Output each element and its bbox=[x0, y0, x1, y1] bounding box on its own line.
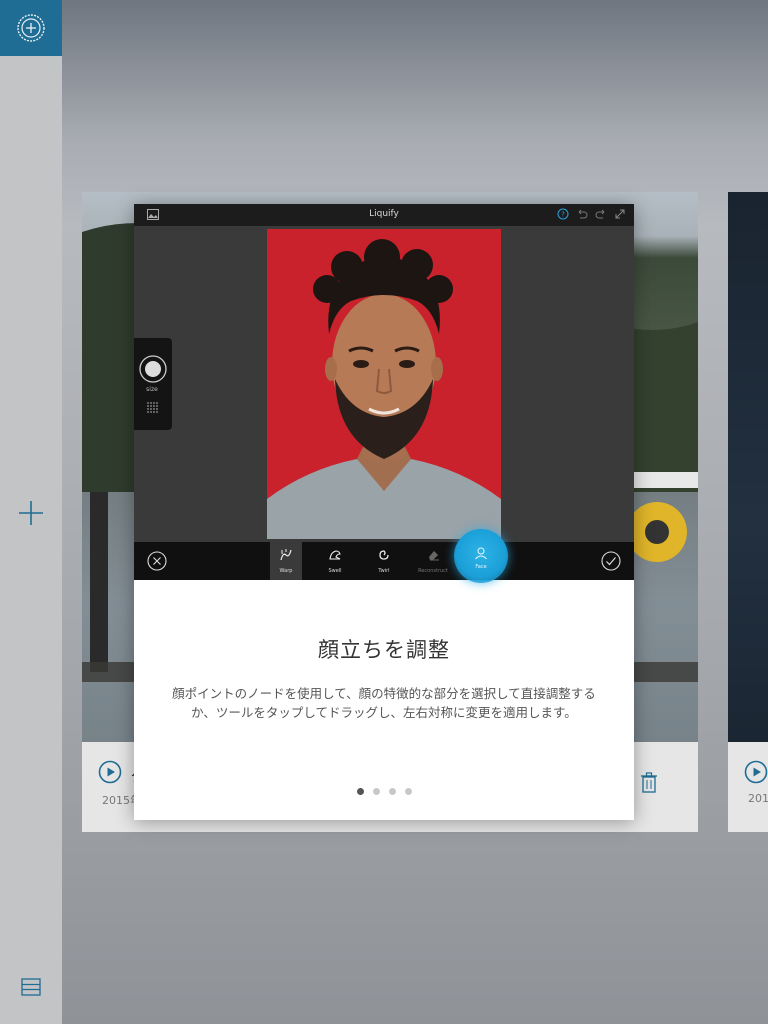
help-icon: ? bbox=[557, 208, 569, 220]
editor-topbar: Liquify ? bbox=[134, 204, 634, 226]
twirl-icon bbox=[379, 550, 389, 560]
left-rail bbox=[0, 0, 62, 1024]
brush-size-icon[interactable] bbox=[138, 354, 168, 384]
expand-icon bbox=[615, 209, 625, 219]
liquify-editor-preview: Liquify ? size Warp Swell Twirl Reconstr… bbox=[134, 204, 634, 583]
tip-title: 顔立ちを調整 bbox=[318, 638, 450, 662]
tool-twirl[interactable]: Twirl bbox=[368, 542, 400, 580]
tool-twirl-label: Twirl bbox=[378, 568, 390, 574]
warp-icon bbox=[280, 549, 292, 561]
tool-reconstruct-label: Reconstruct bbox=[418, 568, 448, 574]
size-label: size bbox=[146, 386, 158, 393]
project-thumbnail-next bbox=[728, 192, 768, 742]
swell-icon bbox=[329, 550, 341, 560]
close-icon[interactable] bbox=[147, 551, 167, 571]
brush-size-panel[interactable]: size bbox=[134, 338, 172, 430]
page-indicator[interactable] bbox=[134, 788, 634, 795]
check-icon[interactable] bbox=[601, 551, 621, 571]
tool-swell[interactable]: Swell bbox=[319, 542, 351, 580]
portrait-photo bbox=[267, 229, 501, 539]
tool-reconstruct[interactable]: Reconstruct bbox=[417, 542, 449, 580]
project-date-next: 2015 bbox=[748, 792, 768, 805]
add-circle-icon bbox=[17, 14, 45, 42]
svg-text:?: ? bbox=[561, 211, 565, 219]
tool-warp[interactable]: Warp bbox=[270, 542, 302, 580]
new-project-button[interactable] bbox=[0, 0, 62, 56]
tip-description: 顔ポイントのノードを使用して、顔の特徴的な部分を選択して直接調整するか、ツールを… bbox=[172, 686, 596, 720]
redo-icon bbox=[595, 209, 605, 219]
page-dot-1[interactable] bbox=[356, 788, 364, 795]
tool-swell-label: Swell bbox=[328, 568, 342, 574]
undo-icon bbox=[578, 209, 588, 219]
list-view-icon[interactable] bbox=[20, 976, 42, 998]
page-dot-3[interactable] bbox=[388, 788, 396, 795]
trash-icon[interactable] bbox=[640, 772, 658, 794]
editor-top-actions: ? bbox=[557, 208, 626, 220]
tool-face[interactable]: Face bbox=[454, 529, 508, 583]
project-caption-next: 2015 bbox=[728, 742, 768, 832]
eraser-icon bbox=[429, 551, 439, 561]
page-dot-2[interactable] bbox=[372, 788, 380, 795]
play-icon[interactable] bbox=[98, 760, 122, 784]
project-card-next[interactable]: 2015 bbox=[728, 192, 768, 832]
face-icon bbox=[475, 547, 487, 560]
liquify-toolbar: Warp Swell Twirl Reconstruct bbox=[134, 542, 634, 580]
brush-density-icon[interactable] bbox=[146, 401, 158, 413]
plus-icon[interactable] bbox=[16, 498, 46, 528]
tool-warp-label: Warp bbox=[279, 568, 293, 574]
tutorial-modal: Liquify ? size Warp Swell Twirl Reconstr… bbox=[134, 204, 634, 820]
play-icon[interactable] bbox=[744, 760, 768, 784]
page-dot-4[interactable] bbox=[404, 788, 412, 795]
portrait-illustration bbox=[267, 239, 501, 539]
tool-face-label: Face bbox=[475, 564, 487, 570]
